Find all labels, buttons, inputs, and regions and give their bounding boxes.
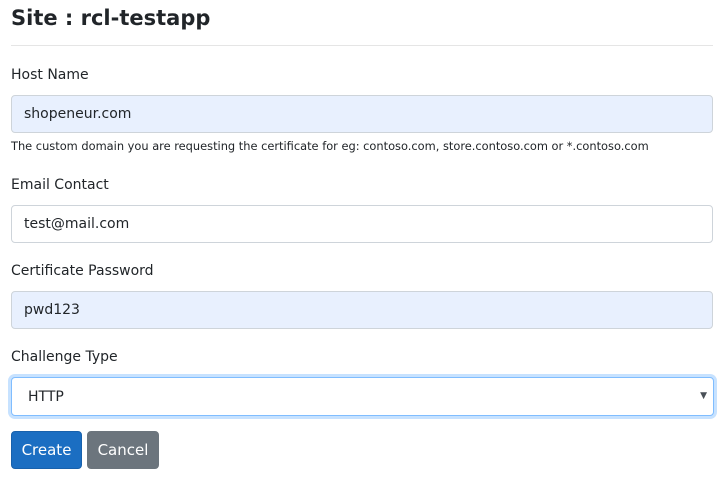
challenge-type-select[interactable]: HTTP ▼ (11, 377, 714, 416)
certificate-password-value: pwd123 (24, 302, 80, 318)
certificate-password-label: Certificate Password (11, 263, 154, 279)
host-name-label: Host Name (11, 67, 89, 83)
email-contact-value: test@mail.com (24, 216, 130, 232)
challenge-type-selected-value: HTTP (28, 388, 64, 405)
page-title: Site : rcl-testapp (11, 6, 211, 30)
create-button[interactable]: Create (11, 431, 82, 469)
certificate-form-page: Site : rcl-testapp Host Name shopeneur.c… (0, 0, 724, 481)
challenge-type-label: Challenge Type (11, 349, 118, 365)
host-name-help-text: The custom domain you are requesting the… (11, 139, 649, 153)
host-name-value: shopeneur.com (24, 106, 132, 122)
cancel-button[interactable]: Cancel (87, 431, 159, 469)
email-contact-label: Email Contact (11, 177, 109, 193)
chevron-down-icon: ▼ (700, 391, 707, 401)
host-name-input[interactable]: shopeneur.com (11, 95, 713, 133)
title-divider (11, 45, 713, 46)
certificate-password-input[interactable]: pwd123 (11, 291, 713, 329)
email-contact-input[interactable]: test@mail.com (11, 205, 713, 243)
